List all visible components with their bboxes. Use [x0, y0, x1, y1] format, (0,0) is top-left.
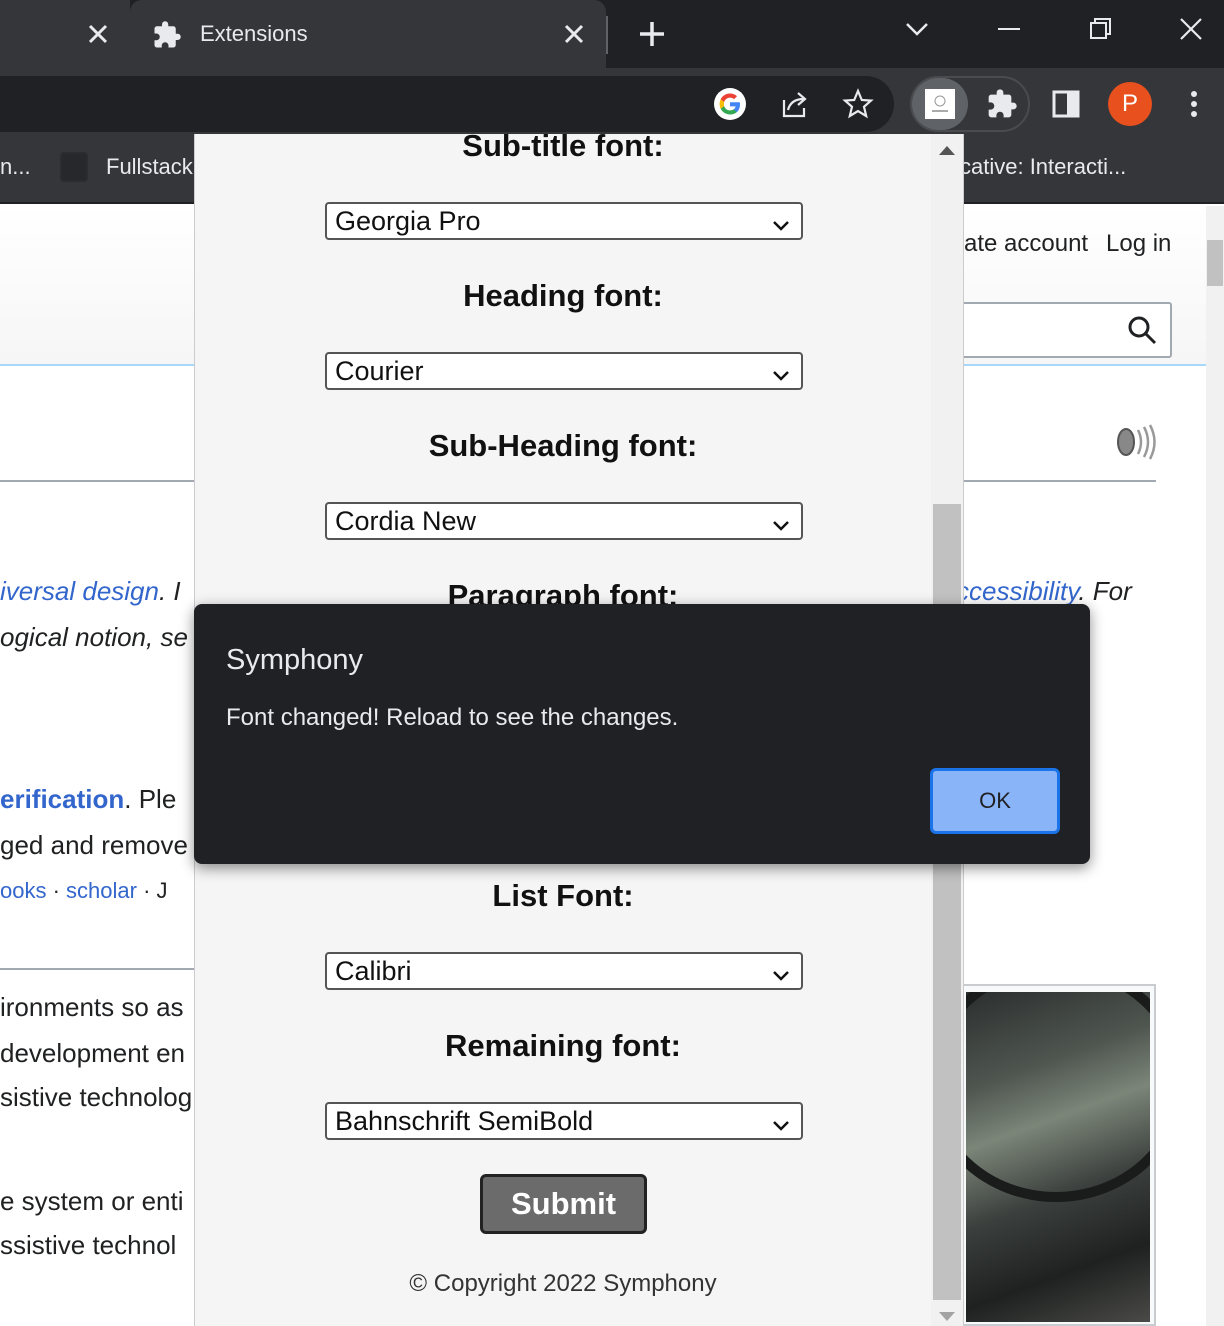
chevron-down-icon: [771, 210, 791, 244]
side-panel-icon[interactable]: [1046, 84, 1086, 124]
chevron-down-icon: [771, 1110, 791, 1144]
photo-image: [966, 992, 1150, 1322]
bookmark-star-icon[interactable]: [838, 84, 878, 124]
scrollbar-thumb[interactable]: [1207, 240, 1223, 286]
bookmark-item[interactable]: n...: [0, 154, 31, 180]
text-line[interactable]: ssistive technol: [0, 1230, 176, 1261]
address-bar[interactable]: [0, 76, 894, 132]
scroll-up-arrow-icon[interactable]: [939, 146, 955, 155]
divider: [0, 968, 194, 970]
profile-avatar[interactable]: P: [1108, 82, 1152, 126]
menu-kebab-icon[interactable]: [1174, 84, 1214, 124]
puzzle-icon: [152, 20, 182, 55]
extensions-group: [910, 76, 1030, 132]
bookmark-favicon: [60, 152, 88, 182]
subheading-font-label: Sub-Heading font:: [428, 428, 698, 463]
remaining-font-label: Remaining font:: [445, 1028, 681, 1063]
close-tab-icon[interactable]: [562, 20, 586, 53]
dialog-message: Font changed! Reload to see the changes.: [226, 704, 679, 731]
text-line: ccessibility. For: [956, 576, 1132, 606]
select-value: Courier: [335, 356, 424, 386]
restore-icon[interactable]: [1088, 16, 1114, 47]
screen: Extensions P n... Fullstack cative: Inte…: [0, 0, 1224, 1326]
google-lens-icon[interactable]: [710, 84, 750, 124]
ok-button[interactable]: OK: [930, 768, 1060, 834]
symphony-extension-icon[interactable]: [912, 78, 968, 130]
tab-search-chevron-icon[interactable]: [904, 16, 930, 47]
close-window-icon[interactable]: [1178, 16, 1204, 47]
search-icon[interactable]: [1126, 314, 1158, 351]
text-line: iversal design. I: [0, 576, 181, 606]
extensions-puzzle-icon[interactable]: [982, 84, 1022, 124]
heading-font-select[interactable]: Courier: [325, 352, 803, 390]
list-font-label: List Font:: [492, 878, 634, 913]
chevron-down-icon: [771, 510, 791, 544]
remaining-font-select[interactable]: Bahnschrift SemiBold: [325, 1102, 803, 1140]
select-value: Georgia Pro: [335, 206, 481, 236]
subheading-font-select[interactable]: Cordia New: [325, 502, 803, 540]
text-line: ged and remove: [0, 830, 188, 860]
copyright-text: © Copyright 2022 Symphony: [409, 1270, 717, 1297]
text-line[interactable]: sistive technolog: [0, 1082, 192, 1113]
tab-label: Extensions: [200, 21, 308, 46]
search-input[interactable]: [960, 302, 1172, 358]
minimize-icon[interactable]: [996, 16, 1022, 47]
bookmark-item[interactable]: Fullstack: [106, 154, 193, 180]
tab-previous[interactable]: [0, 0, 130, 68]
page-scrollbar[interactable]: [1206, 206, 1224, 1326]
subtitle-font-label: Sub-title font:: [462, 134, 664, 163]
close-tab-icon[interactable]: [86, 20, 110, 53]
log-in-link[interactable]: Log in: [1106, 230, 1171, 258]
chevron-down-icon: [771, 960, 791, 994]
bookmark-item[interactable]: cative: Interacti...: [960, 154, 1126, 180]
select-value: Bahnschrift SemiBold: [335, 1106, 594, 1136]
browser-toolbar: [0, 68, 1224, 138]
chevron-down-icon: [771, 360, 791, 394]
scroll-down-arrow-icon[interactable]: [939, 1312, 955, 1321]
list-font-select[interactable]: Calibri: [325, 952, 803, 990]
submit-button[interactable]: Submit: [480, 1174, 647, 1234]
listen-audio-icon[interactable]: [1114, 422, 1158, 467]
tab-strip: Extensions: [0, 0, 1224, 70]
text-line: erification. Ple: [0, 784, 177, 814]
heading-font-label: Heading font:: [463, 278, 663, 313]
select-value: Calibri: [335, 956, 412, 986]
text-line: ironments so as: [0, 992, 184, 1022]
new-tab-icon[interactable]: [636, 18, 668, 55]
share-icon[interactable]: [774, 84, 814, 124]
text-line: e system or enti: [0, 1186, 184, 1216]
text-line: ogical notion, se: [0, 622, 188, 652]
create-account-link[interactable]: ate account: [964, 230, 1088, 258]
subtitle-font-select[interactable]: Georgia Pro: [325, 202, 803, 240]
alert-dialog: Symphony Font changed! Reload to see the…: [194, 604, 1090, 864]
select-value: Cordia New: [335, 506, 477, 536]
tab-separator: [606, 16, 608, 54]
tab-extensions[interactable]: Extensions: [130, 0, 606, 70]
dialog-title: Symphony: [226, 644, 364, 676]
source-links: ooks · scholar · J: [0, 878, 168, 903]
text-line: development en: [0, 1038, 186, 1068]
article-photo[interactable]: [958, 984, 1156, 1326]
